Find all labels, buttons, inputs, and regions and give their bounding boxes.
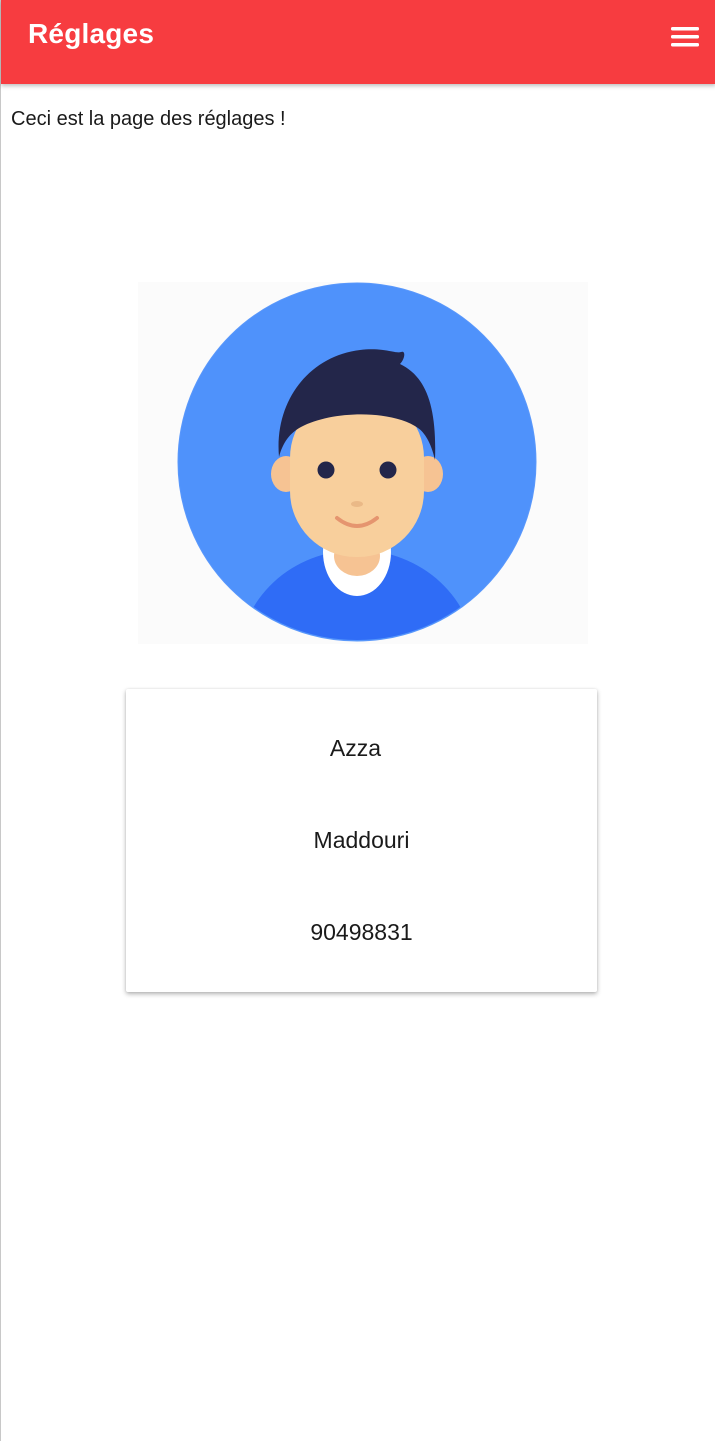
menu-button[interactable] [661, 18, 709, 58]
intro-text: Ceci est la page des réglages ! [11, 108, 286, 130]
app-bar: Réglages [1, 0, 715, 84]
first-name: Azza [329, 735, 382, 761]
last-name: Maddouri [313, 827, 410, 853]
avatar [138, 282, 588, 644]
menu-icon [671, 27, 699, 47]
page-title: Réglages [28, 18, 155, 49]
settings-screen: Réglages Ceci est la page des réglages ! [0, 0, 715, 1441]
user-avatar-icon [177, 282, 537, 642]
profile-card: Azza Maddouri 90498831 [126, 689, 597, 992]
phone-number: 90498831 [310, 919, 413, 945]
